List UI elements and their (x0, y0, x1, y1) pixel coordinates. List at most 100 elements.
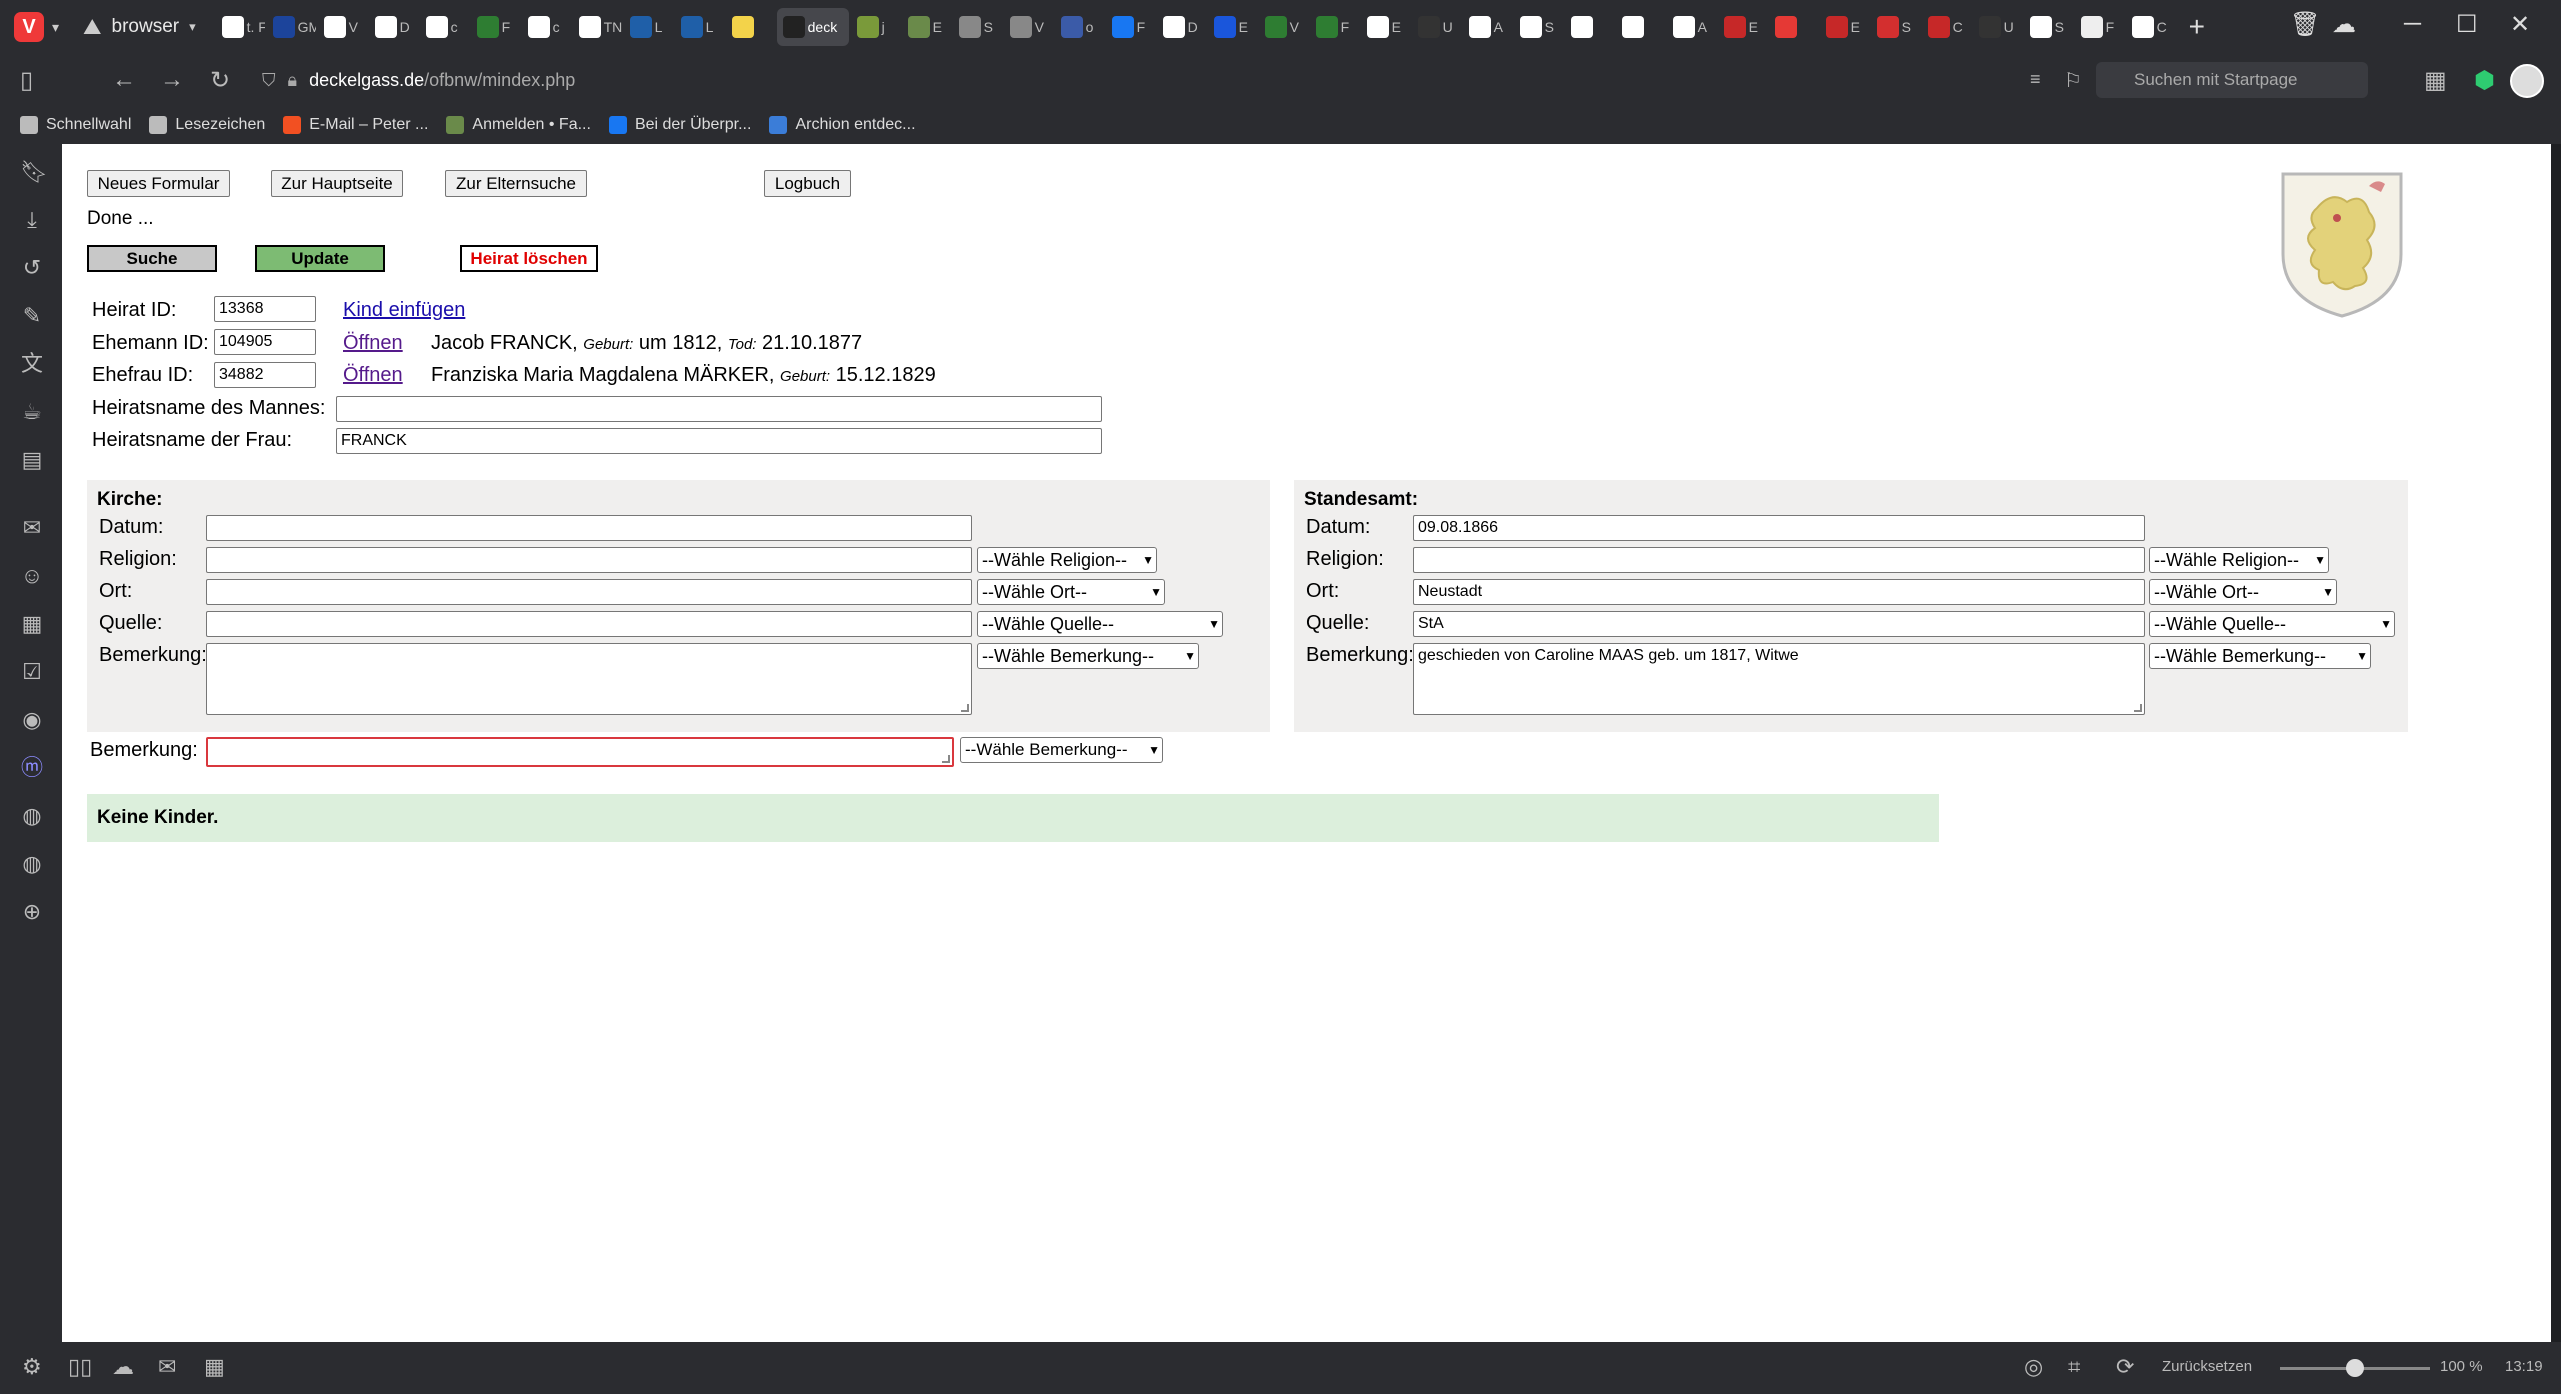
browser-tab[interactable]: U (1412, 8, 1461, 46)
civil-religion-select[interactable]: --Wähle Religion-- ▼ (2149, 547, 2329, 573)
web-panel-icon[interactable]: ◍ (20, 852, 44, 876)
browser-tab[interactable]: j (851, 8, 900, 46)
civil-source-select[interactable]: --Wähle Quelle-- ▼ (2149, 611, 2395, 637)
browser-tab[interactable]: L (624, 8, 673, 46)
husband-marriage-name-field[interactable] (336, 396, 1102, 422)
browser-tab[interactable]: c (522, 8, 571, 46)
browser-tab[interactable]: S (2024, 8, 2073, 46)
maximize-button[interactable]: ☐ (2456, 10, 2478, 39)
search-field[interactable]: Suchen mit Startpage (2096, 62, 2368, 98)
browser-tab[interactable]: V (1004, 8, 1053, 46)
browser-tab[interactable]: V (318, 8, 367, 46)
add-panel-icon[interactable]: ⊕ (20, 900, 44, 924)
church-date-field[interactable] (206, 515, 972, 541)
browser-tab[interactable] (1565, 8, 1614, 46)
url-field[interactable]: ⛉ 🔒︎ deckelgass.de/ofbnw/mindex.php (262, 62, 2072, 98)
church-religion-select[interactable]: --Wähle Religion-- ▼ (977, 547, 1157, 573)
window-panel-icon[interactable]: ▤ (20, 448, 44, 472)
web-panel-icon[interactable]: ◍ (20, 804, 44, 828)
parent-search-button[interactable]: Zur Elternsuche (445, 170, 587, 197)
mail-icon[interactable]: ✉ (158, 1354, 176, 1380)
civil-source-field[interactable] (1413, 611, 2145, 637)
bookmark-item[interactable]: E-Mail – Peter ... (283, 116, 428, 134)
civil-remark-textarea[interactable]: geschieden von Caroline MAAS geb. um 181… (1413, 643, 2145, 715)
downloads-icon[interactable]: ⤓ (20, 208, 44, 232)
bookmark-icon[interactable]: ⚐ (2064, 68, 2082, 93)
zoom-slider-handle[interactable] (2346, 1359, 2364, 1377)
lock-icon[interactable]: 🔒︎ (288, 70, 298, 91)
browser-tab[interactable] (726, 8, 775, 46)
browser-tab[interactable]: TNG F (573, 8, 622, 46)
mail-icon[interactable]: ✉ (20, 516, 44, 540)
browser-tab[interactable]: S (1871, 8, 1920, 46)
panel-toggle-icon[interactable]: ▯ (20, 66, 33, 95)
reading-list-icon[interactable]: ☕︎ (20, 400, 44, 424)
browser-tab[interactable]: F (1106, 8, 1155, 46)
browser-tab[interactable]: E (1820, 8, 1869, 46)
logbook-button[interactable]: Logbuch (764, 170, 851, 197)
notes-icon[interactable]: ✎ (20, 304, 44, 328)
mastodon-icon[interactable]: ⓜ (20, 756, 44, 780)
minimize-button[interactable]: ─ (2404, 10, 2421, 38)
husband-id-field[interactable] (214, 329, 316, 355)
vivaldi-menu-button[interactable]: V (14, 12, 44, 42)
browser-tab[interactable]: C (2126, 8, 2175, 46)
church-religion-field[interactable] (206, 547, 972, 573)
new-form-button[interactable]: Neues Formular (87, 170, 230, 197)
browser-tab[interactable]: U (1973, 8, 2022, 46)
browser-tab[interactable]: S (953, 8, 1002, 46)
resize-handle-icon[interactable] (942, 755, 950, 763)
vpn-shield-icon[interactable]: ⬢ (2474, 66, 2495, 95)
wife-id-field[interactable] (214, 362, 316, 388)
translate-icon[interactable]: 文 (20, 352, 44, 376)
tasks-icon[interactable]: ☑ (20, 660, 44, 684)
browser-tab[interactable]: GMX C (267, 8, 316, 46)
browser-tab[interactable]: o (1055, 8, 1104, 46)
chevron-down-icon[interactable]: ▾ (52, 19, 59, 36)
reload-button[interactable]: ↻ (210, 66, 230, 95)
civil-date-field[interactable] (1413, 515, 2145, 541)
browser-tab[interactable]: E (1718, 8, 1767, 46)
civil-remark-select[interactable]: --Wähle Bemerkung-- ▼ (2149, 643, 2371, 669)
browser-tab[interactable]: L (675, 8, 724, 46)
browser-tab[interactable]: V (1259, 8, 1308, 46)
image-toggle-icon[interactable]: ⟳ (2116, 1354, 2134, 1380)
history-icon[interactable]: ↺ (20, 256, 44, 280)
bookmarks-panel-icon[interactable]: 🔖︎ (20, 160, 48, 184)
bookmark-item[interactable]: Schnellwahl (20, 116, 131, 134)
main-page-button[interactable]: Zur Hauptseite (271, 170, 403, 197)
browser-tab[interactable]: F (1310, 8, 1359, 46)
search-button[interactable]: Suche (87, 245, 217, 272)
close-window-button[interactable]: ✕ (2510, 10, 2530, 39)
bookmark-item[interactable]: Anmelden • Fa... (446, 116, 591, 134)
resize-handle-icon[interactable] (2134, 704, 2142, 712)
open-wife-link[interactable]: Öffnen (343, 364, 403, 387)
browser-tab[interactable]: D (369, 8, 418, 46)
browser-tab[interactable]: A (1463, 8, 1512, 46)
church-remark-select[interactable]: --Wähle Bemerkung-- ▼ (977, 643, 1199, 669)
browser-tab[interactable]: E (1208, 8, 1257, 46)
browser-tab[interactable]: S (1514, 8, 1563, 46)
shield-icon[interactable]: ⛉ (262, 70, 276, 91)
church-place-field[interactable] (206, 579, 972, 605)
church-source-select[interactable]: --Wähle Quelle-- ▼ (977, 611, 1223, 637)
general-remark-textarea[interactable] (206, 737, 954, 767)
civil-religion-field[interactable] (1413, 547, 2145, 573)
calendar-icon[interactable]: ▦ (20, 612, 44, 636)
bookmark-item[interactable]: Bei der Überpr... (608, 116, 751, 134)
browser-tab[interactable]: t. F (216, 8, 265, 46)
church-source-field[interactable] (206, 611, 972, 637)
delete-marriage-button[interactable]: Heirat löschen (460, 245, 598, 272)
back-button[interactable]: ← (112, 66, 136, 94)
browser-tab[interactable]: E (1361, 8, 1410, 46)
avatar[interactable] (2510, 64, 2544, 98)
browser-tab[interactable] (1769, 8, 1818, 46)
page-actions-icon[interactable]: ⌗ (2068, 1354, 2080, 1380)
workspace-switcher[interactable]: ⛰ browser ▾ (83, 14, 196, 40)
browser-tab[interactable]: deck (776, 8, 849, 46)
zoom-reset-button[interactable]: Zurücksetzen (2162, 1358, 2252, 1375)
open-husband-link[interactable]: Öffnen (343, 332, 403, 355)
church-place-select[interactable]: --Wähle Ort-- ▼ (977, 579, 1165, 605)
bookmark-item[interactable]: Lesezeichen (149, 116, 265, 134)
feeds-icon[interactable]: ◉ (20, 708, 44, 732)
